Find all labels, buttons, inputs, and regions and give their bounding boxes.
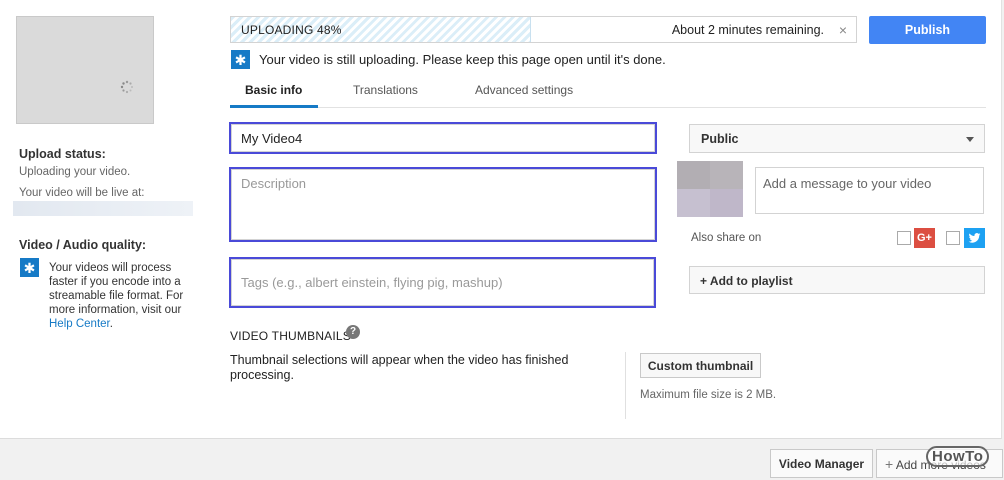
tab-translations[interactable]: Translations xyxy=(353,83,418,97)
video-thumbnails-heading: VIDEO THUMBNAILS xyxy=(230,329,352,343)
custom-thumbnail-button[interactable]: Custom thumbnail xyxy=(640,353,761,378)
publish-button[interactable]: Publish xyxy=(869,16,986,44)
upload-progress-bar: UPLOADING 48% About 2 minutes remaining.… xyxy=(230,16,857,43)
quality-info-text: Your videos will process faster if you e… xyxy=(49,261,199,331)
tags-input[interactable] xyxy=(229,257,656,308)
loading-spinner-icon xyxy=(120,80,133,94)
add-to-playlist-button[interactable]: + Add to playlist xyxy=(689,266,985,294)
max-file-size-text: Maximum file size is 2 MB. xyxy=(640,389,777,401)
watermark-logo: HowTo xyxy=(926,446,990,467)
star-notice-icon: ✱ xyxy=(231,50,250,69)
tabs-divider xyxy=(230,107,986,108)
thumbnail-divider xyxy=(625,352,626,419)
upload-panel: Upload status: Uploading your video. You… xyxy=(0,0,1002,439)
video-manager-button[interactable]: Video Manager xyxy=(770,449,873,478)
time-remaining: About 2 minutes remaining. xyxy=(671,23,824,37)
star-info-icon: ✱ xyxy=(20,258,39,277)
title-input[interactable] xyxy=(229,122,657,154)
google-plus-icon: G+ xyxy=(914,228,935,248)
gplus-share-checkbox[interactable] xyxy=(897,231,911,245)
share-message-input[interactable] xyxy=(755,167,984,214)
description-input[interactable] xyxy=(229,167,657,242)
privacy-select[interactable]: Public xyxy=(689,124,985,153)
tab-advanced-settings[interactable]: Advanced settings xyxy=(475,83,573,97)
help-center-link[interactable]: Help Center xyxy=(49,318,110,330)
cancel-upload-close-icon[interactable]: × xyxy=(839,22,847,38)
chevron-down-icon xyxy=(966,137,974,142)
avatar xyxy=(677,161,743,217)
quality-info-end: . xyxy=(109,318,113,330)
help-icon[interactable]: ? xyxy=(346,325,360,339)
plus-icon: + xyxy=(885,455,894,472)
quality-heading: Video / Audio quality: xyxy=(19,238,147,252)
also-share-label: Also share on xyxy=(691,232,762,244)
live-at-label: Your video will be live at: xyxy=(19,187,145,199)
twitter-icon xyxy=(964,228,985,248)
active-tab-indicator xyxy=(230,105,318,108)
video-url-placeholder xyxy=(13,201,193,216)
twitter-share-checkbox[interactable] xyxy=(946,231,960,245)
quality-info-body: Your videos will process faster if you e… xyxy=(49,262,184,316)
privacy-value: Public xyxy=(701,132,739,146)
video-thumbnail-preview xyxy=(16,16,154,124)
upload-notice: Your video is still uploading. Please ke… xyxy=(259,52,666,67)
tab-basic-info[interactable]: Basic info xyxy=(245,83,302,97)
upload-status-label: UPLOADING 48% xyxy=(241,23,342,37)
upload-status-heading: Upload status: xyxy=(19,147,106,161)
thumbnail-info-text: Thumbnail selections will appear when th… xyxy=(230,353,569,382)
upload-status-text: Uploading your video. xyxy=(19,166,131,178)
